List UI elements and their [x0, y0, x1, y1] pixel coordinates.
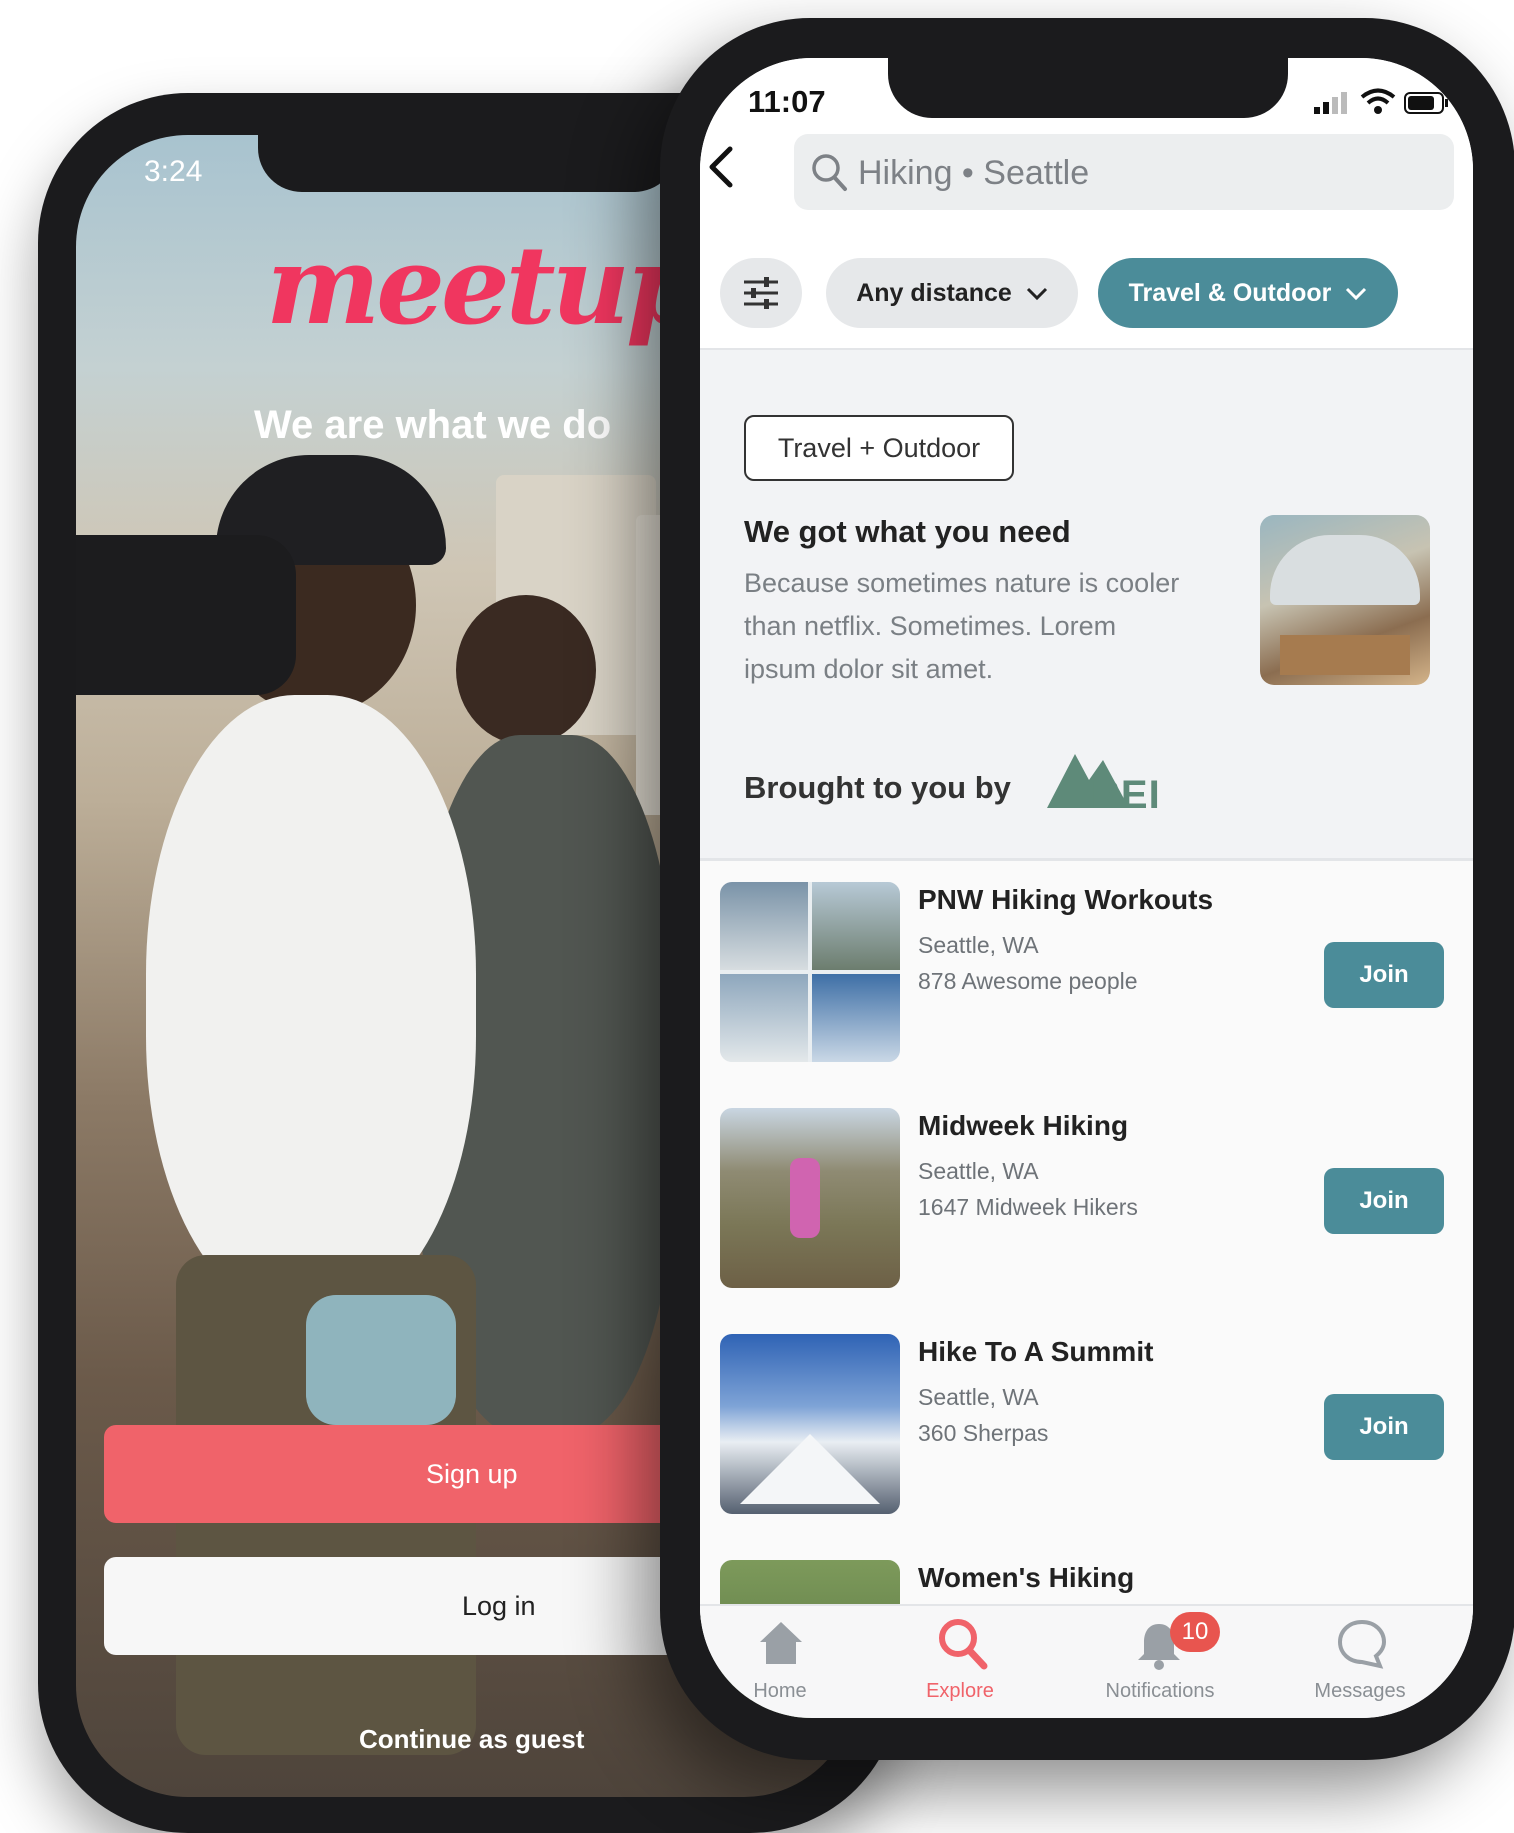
distance-filter-label: Any distance — [856, 278, 1012, 307]
group-thumbnail — [720, 1108, 900, 1288]
sliders-icon — [742, 274, 780, 312]
promo-image — [1260, 515, 1430, 685]
join-button[interactable]: Join — [1324, 1394, 1444, 1460]
promo-body: Because sometimes nature is cooler than … — [744, 568, 1180, 684]
meetup-logo: meetup — [266, 223, 702, 349]
promo-title: We got what you need — [744, 514, 1071, 549]
category-filter-label: Travel & Outdoor — [1128, 278, 1332, 307]
group-name[interactable]: PNW Hiking Workouts — [918, 884, 1213, 916]
filter-settings-button[interactable] — [720, 258, 802, 328]
notch — [258, 130, 678, 192]
wifi-icon — [1360, 88, 1396, 116]
group-thumbnail — [720, 882, 900, 1062]
chevron-down-icon — [1026, 279, 1048, 308]
tab-notifications[interactable]: 10 Notifications — [1060, 1606, 1260, 1718]
notch — [888, 58, 1288, 118]
join-button[interactable]: Join — [1324, 1168, 1444, 1234]
group-name[interactable]: Hike To A Summit — [918, 1336, 1153, 1368]
tab-messages-label: Messages — [1314, 1680, 1406, 1702]
chevron-down-icon — [1345, 279, 1367, 308]
notifications-badge: 10 — [1170, 1612, 1220, 1652]
join-button[interactable]: Join — [1324, 942, 1444, 1008]
background-person-head — [456, 595, 596, 745]
photo-tile — [812, 882, 900, 970]
sponsor-prefix: Brought to you by — [744, 770, 1011, 805]
tent-canopy — [1270, 535, 1420, 605]
camera — [76, 535, 296, 695]
group-members: 878 Awesome people — [918, 968, 1138, 994]
hiker-figure — [790, 1158, 820, 1238]
battery-icon — [1404, 92, 1450, 114]
group-thumbnail — [720, 1334, 900, 1514]
rei-logo: REI — [1045, 746, 1175, 817]
home-icon — [756, 1618, 806, 1668]
group-location: Seattle, WA — [918, 932, 1039, 958]
search-icon — [810, 152, 848, 192]
tab-notifications-label: Notifications — [1105, 1680, 1215, 1702]
tab-explore[interactable]: Explore — [860, 1606, 1060, 1718]
group-name[interactable]: Midweek Hiking — [918, 1110, 1128, 1142]
mountain-peak — [740, 1434, 880, 1504]
group-location: Seattle, WA — [918, 1384, 1039, 1410]
back-arrow-icon[interactable] — [704, 143, 736, 191]
group-members: 1647 Midweek Hikers — [918, 1194, 1138, 1220]
status-time: 3:24 — [144, 155, 203, 188]
status-time: 11:07 — [748, 84, 826, 119]
search-input[interactable]: Hiking • Seattle — [794, 134, 1454, 210]
group-members: 360 Sherpas — [918, 1420, 1049, 1446]
search-placeholder: Hiking • Seattle — [858, 154, 1090, 192]
photo-tile — [812, 974, 900, 1062]
cloth — [306, 1295, 456, 1425]
chat-bubble-icon — [1336, 1618, 1388, 1670]
deck — [1280, 635, 1410, 675]
tab-home[interactable]: Home — [700, 1606, 860, 1718]
signal-icon — [1312, 92, 1352, 114]
tagline: We are what we do — [254, 403, 612, 447]
svg-text:REI: REI — [1091, 773, 1161, 812]
explore-screen: 11:07 Hiking • Seattle Any distance Trav… — [700, 58, 1473, 1718]
tab-messages[interactable]: Messages — [1260, 1606, 1460, 1718]
search-icon — [936, 1616, 988, 1670]
continue-as-guest-link[interactable]: Continue as guest — [359, 1724, 584, 1755]
tab-explore-label: Explore — [926, 1680, 994, 1702]
category-filter-dropdown[interactable]: Travel & Outdoor — [1098, 258, 1398, 328]
tab-home-label: Home — [753, 1680, 807, 1702]
photo-tile — [720, 974, 808, 1062]
group-name[interactable]: Women's Hiking — [918, 1562, 1134, 1594]
promo-category-tag: Travel + Outdoor — [744, 415, 1014, 481]
photographer-shirt — [146, 695, 476, 1315]
photo-tile — [720, 882, 808, 970]
distance-filter-dropdown[interactable]: Any distance — [826, 258, 1078, 328]
group-location: Seattle, WA — [918, 1158, 1039, 1184]
tab-bar: Home Explore 10 Notifications Messages — [700, 1604, 1473, 1718]
